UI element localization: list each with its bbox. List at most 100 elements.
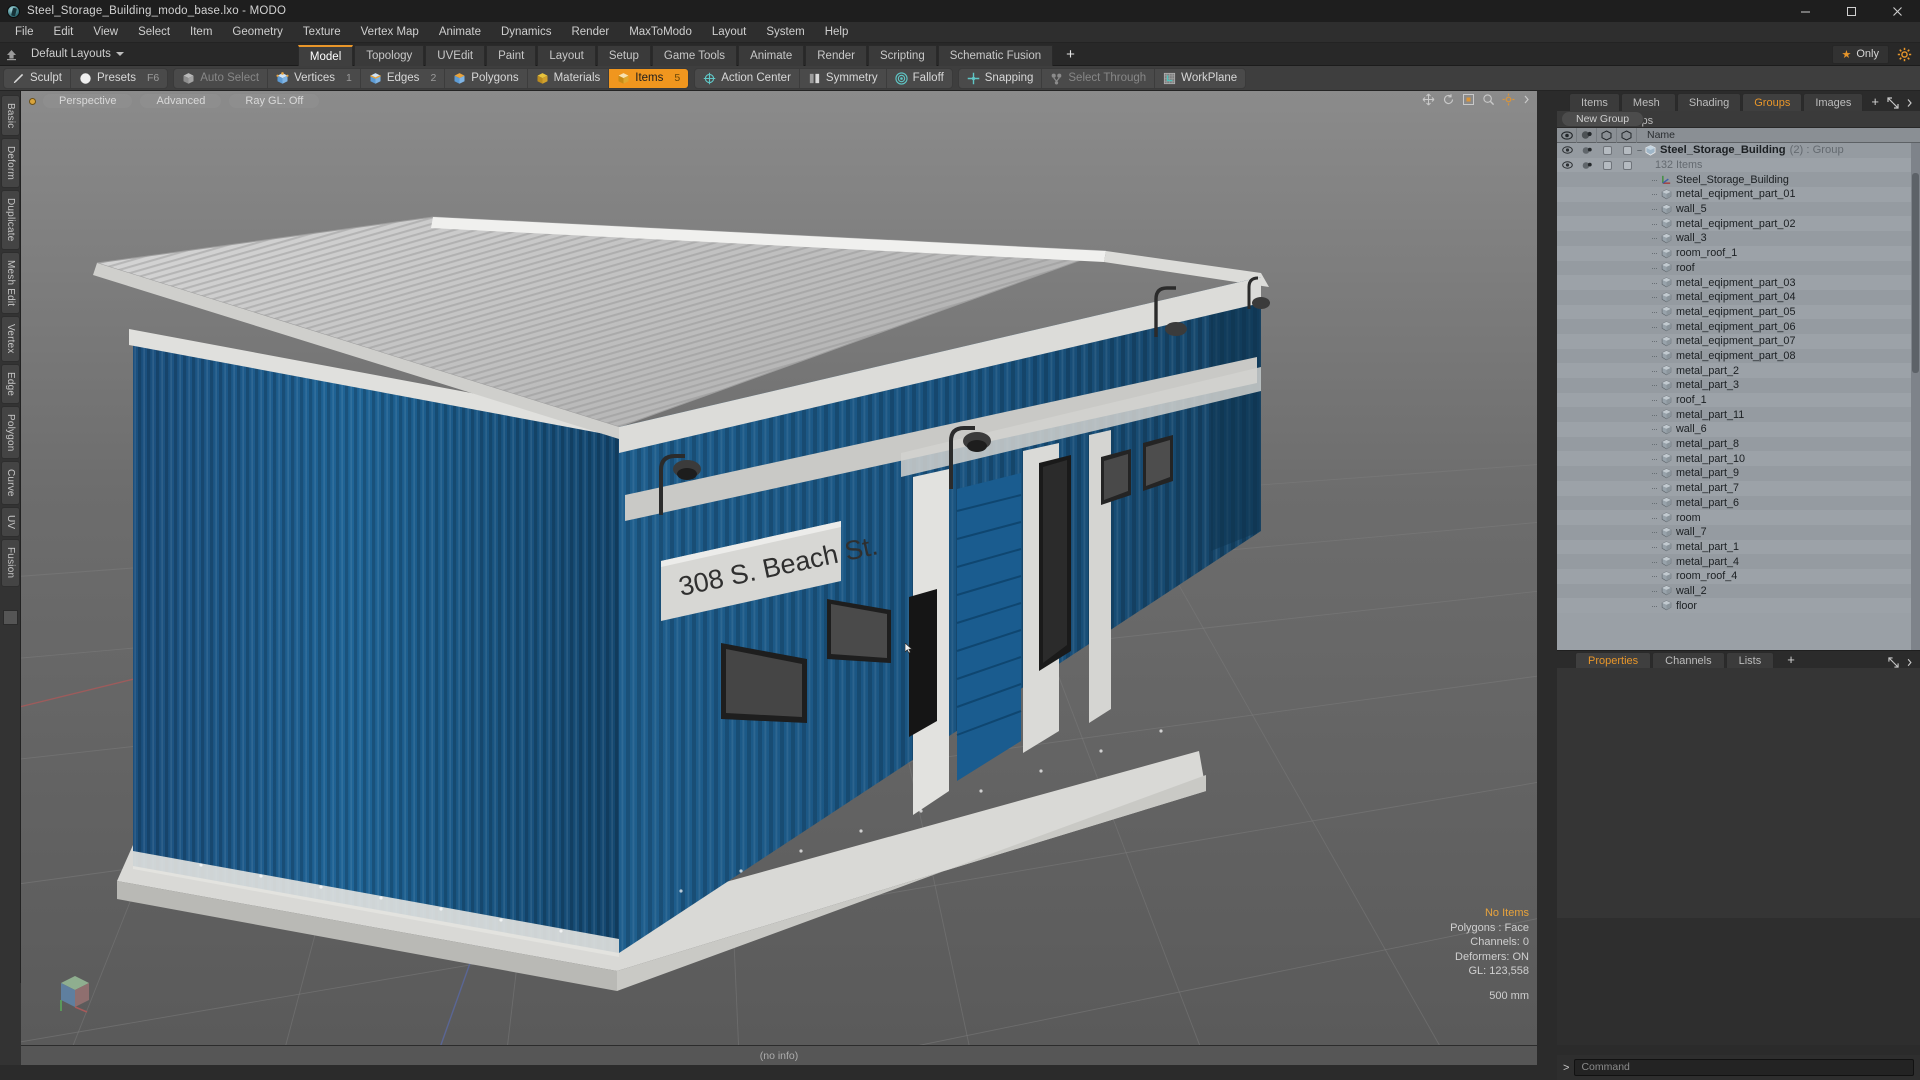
list-item[interactable]: ··· metal_part_11 bbox=[1557, 407, 1920, 423]
gear-icon[interactable] bbox=[1502, 93, 1515, 106]
menu-view[interactable]: View bbox=[83, 23, 128, 42]
list-item[interactable]: ··· metal_part_8 bbox=[1557, 436, 1920, 452]
menu-select[interactable]: Select bbox=[128, 23, 180, 42]
list-item[interactable]: ··· wall_7 bbox=[1557, 524, 1920, 540]
list-item[interactable]: ··· metal_eqipment_part_06 bbox=[1557, 319, 1920, 334]
menu-texture[interactable]: Texture bbox=[293, 23, 351, 42]
viewport-shading-dropdown[interactable]: Advanced bbox=[139, 93, 223, 109]
menu-geometry[interactable]: Geometry bbox=[222, 23, 293, 42]
list-item[interactable]: ··· metal_part_9 bbox=[1557, 466, 1920, 481]
menu-maxtomodo[interactable]: MaxToModo bbox=[619, 23, 702, 42]
toolbar-select-through-button[interactable]: Select Through bbox=[1042, 68, 1156, 88]
render-toggle[interactable] bbox=[1577, 161, 1597, 170]
layout-tab-render[interactable]: Render bbox=[805, 44, 867, 66]
toolbar-symmetry-button[interactable]: Symmetry bbox=[800, 68, 887, 88]
menu-vertex-map[interactable]: Vertex Map bbox=[351, 23, 429, 42]
layout-tab-uvedit[interactable]: UVEdit bbox=[425, 44, 486, 66]
command-input[interactable]: Command bbox=[1574, 1059, 1914, 1076]
list-item[interactable]: ··· metal_part_2 bbox=[1557, 363, 1920, 378]
tree-expander[interactable]: – bbox=[1637, 145, 1642, 155]
list-item[interactable]: ··· metal_eqipment_part_04 bbox=[1557, 289, 1920, 305]
maximize-button[interactable] bbox=[1828, 0, 1874, 22]
checkbox[interactable] bbox=[1602, 160, 1612, 170]
add-layout-tab-button[interactable]: + bbox=[1054, 45, 1087, 66]
list-item[interactable]: ··· metal_eqipment_part_08 bbox=[1557, 348, 1920, 364]
layout-tab-scripting[interactable]: Scripting bbox=[867, 44, 937, 66]
toolbar-auto-select-button[interactable]: Auto Select bbox=[174, 68, 269, 88]
viewport-3d[interactable]: 308 S. Beach St. Perspective Advanced Ra… bbox=[21, 91, 1537, 1045]
list-item[interactable]: ··· metal_eqipment_part_03 bbox=[1557, 275, 1920, 290]
minimize-button[interactable] bbox=[1782, 0, 1828, 22]
list-item[interactable]: ··· metal_part_3 bbox=[1557, 378, 1920, 393]
search-icon[interactable] bbox=[1482, 93, 1495, 106]
right-tab-mesh-ops[interactable]: Mesh Ops bbox=[1620, 93, 1676, 127]
right-tab-images[interactable]: Images bbox=[1803, 93, 1864, 111]
viewport-raygl-toggle[interactable]: Ray GL: Off bbox=[228, 93, 321, 109]
list-item[interactable]: ··· metal_part_6 bbox=[1557, 495, 1920, 511]
chevron-right-icon[interactable] bbox=[1905, 657, 1914, 668]
list-item[interactable]: ··· metal_eqipment_part_01 bbox=[1557, 187, 1920, 202]
list-item[interactable]: ··· roof bbox=[1557, 260, 1920, 276]
left-tab-deform[interactable]: Deform bbox=[1, 138, 20, 189]
right-tab-groups[interactable]: Groups bbox=[1742, 93, 1803, 111]
steel-storage-building-model[interactable]: 308 S. Beach St. bbox=[21, 91, 1537, 1045]
gear-icon[interactable] bbox=[1897, 47, 1912, 62]
left-tab-vertex[interactable]: Vertex bbox=[1, 316, 20, 362]
list-item[interactable]: ··· metal_part_10 bbox=[1557, 451, 1920, 467]
list-item[interactable]: ··· wall_3 bbox=[1557, 231, 1920, 246]
right-tab-shading[interactable]: Shading bbox=[1676, 93, 1742, 111]
left-tab-fusion[interactable]: Fusion bbox=[1, 539, 20, 587]
add-right-tab-button[interactable]: + bbox=[1864, 93, 1886, 111]
list-item[interactable]: ··· metal_part_7 bbox=[1557, 480, 1920, 496]
new-group-button[interactable]: New Group bbox=[1561, 111, 1645, 127]
menu-dynamics[interactable]: Dynamics bbox=[491, 23, 561, 42]
list-item[interactable]: ··· metal_eqipment_part_07 bbox=[1557, 333, 1920, 349]
list-item[interactable]: ··· room bbox=[1557, 510, 1920, 525]
menu-edit[interactable]: Edit bbox=[44, 23, 84, 42]
menu-layout[interactable]: Layout bbox=[702, 23, 757, 42]
list-item[interactable]: ··· room_roof_1 bbox=[1557, 245, 1920, 261]
menu-item[interactable]: Item bbox=[180, 23, 222, 42]
axis-gizmo[interactable] bbox=[51, 967, 99, 1015]
chevron-right-icon[interactable] bbox=[1522, 93, 1531, 106]
toolbar-polygons-button[interactable]: Polygons bbox=[445, 68, 528, 88]
layout-tab-model[interactable]: Model bbox=[297, 44, 354, 66]
left-tab-curve[interactable]: Curve bbox=[1, 461, 20, 506]
item-checkbox[interactable] bbox=[1597, 145, 1617, 155]
layout-tab-animate[interactable]: Animate bbox=[738, 44, 805, 66]
properties-tab-channels[interactable]: Channels bbox=[1652, 652, 1725, 668]
menu-file[interactable]: File bbox=[5, 23, 44, 42]
only-toggle-button[interactable]: ★ Only bbox=[1831, 44, 1889, 64]
item-checkbox[interactable] bbox=[1597, 160, 1617, 170]
toolbar-workplane-button[interactable]: WorkPlane bbox=[1155, 69, 1245, 88]
properties-tab-lists[interactable]: Lists bbox=[1725, 652, 1775, 668]
left-tab-mesh-edit[interactable]: Mesh Edit bbox=[1, 251, 20, 315]
toolbar-vertices-button[interactable]: Vertices 1 bbox=[268, 68, 361, 88]
toolbar-falloff-button[interactable]: Falloff bbox=[887, 69, 952, 88]
left-color-swatch[interactable] bbox=[3, 610, 18, 625]
list-item[interactable]: ··· metal_part_4 bbox=[1557, 554, 1920, 569]
left-tab-basic[interactable]: Basic bbox=[1, 95, 20, 137]
toolbar-items-button[interactable]: Items 5 bbox=[609, 68, 689, 88]
list-item[interactable]: ··· wall_5 bbox=[1557, 201, 1920, 217]
toolbar-presets-button[interactable]: Presets F6 bbox=[71, 69, 167, 88]
left-tab-duplicate[interactable]: Duplicate bbox=[1, 190, 20, 250]
item-list-scrollbar[interactable] bbox=[1911, 143, 1920, 650]
add-properties-tab-button[interactable]: + bbox=[1775, 652, 1807, 668]
toolbar-sculpt-button[interactable]: Sculpt bbox=[4, 68, 71, 88]
menu-render[interactable]: Render bbox=[561, 23, 619, 42]
checkbox[interactable] bbox=[1602, 145, 1612, 155]
list-item[interactable]: ··· room_roof_4 bbox=[1557, 568, 1920, 584]
left-tab-edge[interactable]: Edge bbox=[1, 363, 20, 404]
toolbar-snapping-button[interactable]: Snapping bbox=[959, 68, 1043, 88]
list-item[interactable]: ··· wall_2 bbox=[1557, 583, 1920, 599]
group-item-list[interactable]: – Steel_Storage_Building (2) : Group 132 I… bbox=[1557, 143, 1920, 650]
properties-tab-properties[interactable]: Properties bbox=[1575, 652, 1652, 668]
toolbar-edges-button[interactable]: Edges 2 bbox=[361, 68, 446, 88]
layout-tab-topology[interactable]: Topology bbox=[354, 44, 425, 66]
list-item[interactable]: ··· metal_eqipment_part_02 bbox=[1557, 216, 1920, 232]
menu-animate[interactable]: Animate bbox=[429, 23, 491, 42]
list-item[interactable]: ··· metal_eqipment_part_05 bbox=[1557, 304, 1920, 320]
expand-icon[interactable] bbox=[1888, 657, 1899, 668]
layout-tab-setup[interactable]: Setup bbox=[596, 44, 651, 66]
